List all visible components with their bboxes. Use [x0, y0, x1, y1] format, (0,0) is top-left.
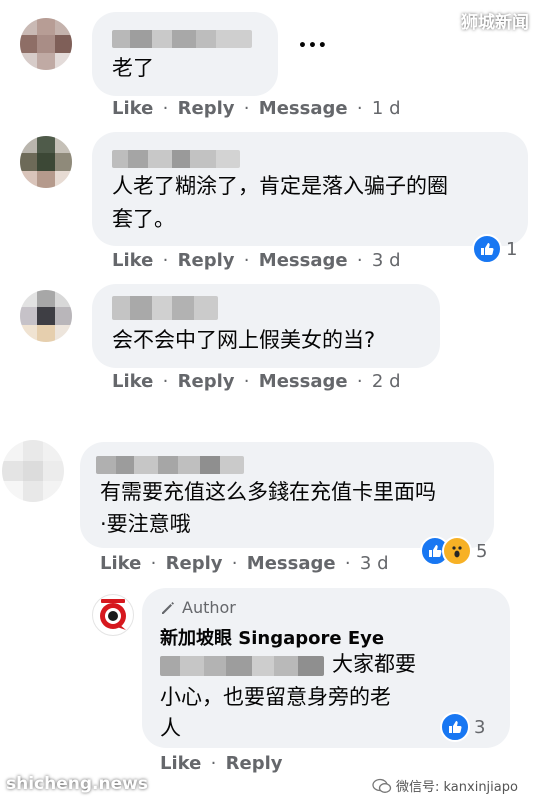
- watermark-bottom-left: shicheng.news: [6, 774, 148, 794]
- reply-button[interactable]: Reply: [226, 753, 283, 774]
- more-options-icon[interactable]: •••: [298, 38, 328, 54]
- separator: ·: [356, 98, 363, 119]
- separator: ·: [344, 553, 351, 574]
- wechat-icon: [372, 778, 392, 793]
- reply-button[interactable]: Reply: [178, 250, 235, 271]
- watermark-bottom-right: 微信号: kanxinjiapo: [372, 776, 518, 795]
- reply-actions: Like · Reply: [160, 753, 283, 774]
- reply-button[interactable]: Reply: [178, 371, 235, 392]
- avatar[interactable]: [20, 136, 72, 188]
- comment-text-line-2: ·要注意哦: [100, 512, 191, 536]
- like-button[interactable]: Like: [112, 371, 153, 392]
- comment-text: 会不会中了网上假美女的当?: [112, 328, 376, 352]
- message-button[interactable]: Message: [259, 250, 348, 271]
- wechat-id-label: 微信号: kanxinjiapo: [396, 780, 518, 795]
- reaction-summary[interactable]: 3: [440, 712, 485, 742]
- like-reaction-icon: [440, 712, 470, 742]
- reply-text-line-2: 小心，也要留意身旁的老: [160, 685, 391, 709]
- reaction-summary[interactable]: 1: [472, 234, 517, 264]
- reaction-count: 3: [474, 716, 486, 738]
- mentioned-name-redacted: [160, 656, 324, 676]
- author-name[interactable]: 新加坡眼 Singapore Eye: [160, 624, 384, 650]
- reaction-count: 1: [506, 238, 518, 260]
- page-avatar[interactable]: [92, 594, 134, 636]
- separator: ·: [162, 371, 169, 392]
- comment-text: 老了: [112, 56, 154, 80]
- separator: ·: [231, 553, 238, 574]
- watermark-top: 狮城新闻: [461, 13, 529, 33]
- wow-reaction-icon: [442, 536, 472, 566]
- author-badge: Author: [160, 598, 236, 617]
- reply-button[interactable]: Reply: [178, 98, 235, 119]
- like-button[interactable]: Like: [112, 250, 153, 271]
- comment-actions: Like · Reply · Message · 3 d: [112, 250, 401, 271]
- avatar[interactable]: [20, 290, 72, 342]
- singapore-eye-logo-icon: [100, 599, 126, 630]
- message-button[interactable]: Message: [259, 98, 348, 119]
- reply-button[interactable]: Reply: [166, 553, 223, 574]
- comment-text-line-1: 有需要充值这么多錢在充值卡里面吗: [100, 480, 436, 504]
- timestamp[interactable]: 3 d: [372, 250, 401, 271]
- separator: ·: [162, 250, 169, 271]
- commenter-name-redacted: [96, 456, 244, 474]
- comment-text-line-1: 人老了糊涂了，肯定是落入骗子的圈: [112, 174, 448, 198]
- comment-actions: Like · Reply · Message · 3 d: [100, 553, 389, 574]
- separator: ·: [210, 753, 217, 774]
- commenter-name-redacted: [112, 30, 252, 48]
- separator: ·: [243, 250, 250, 271]
- comment-actions: Like · Reply · Message · 2 d: [112, 371, 401, 392]
- separator: ·: [243, 98, 250, 119]
- comment-actions: Like · Reply · Message · 1 d: [112, 98, 401, 119]
- like-button[interactable]: Like: [112, 98, 153, 119]
- like-button[interactable]: Like: [160, 753, 201, 774]
- separator: ·: [356, 371, 363, 392]
- message-button[interactable]: Message: [259, 371, 348, 392]
- reply-text-line-3: 人: [160, 716, 181, 740]
- reaction-summary[interactable]: 5: [420, 536, 487, 566]
- like-reaction-icon: [472, 234, 502, 264]
- commenter-name-redacted: [112, 296, 218, 320]
- reaction-count: 5: [476, 540, 488, 562]
- separator: ·: [150, 553, 157, 574]
- reply-text-line-1: 大家都要: [332, 652, 416, 676]
- timestamp[interactable]: 1 d: [372, 98, 401, 119]
- timestamp[interactable]: 2 d: [372, 371, 401, 392]
- timestamp[interactable]: 3 d: [360, 553, 389, 574]
- avatar[interactable]: [2, 440, 64, 502]
- message-button[interactable]: Message: [247, 553, 336, 574]
- commenter-name-redacted: [112, 150, 240, 168]
- pencil-icon: [162, 601, 174, 614]
- separator: ·: [162, 98, 169, 119]
- separator: ·: [243, 371, 250, 392]
- comment-text-line-2: 套了。: [112, 207, 175, 231]
- avatar[interactable]: [20, 18, 72, 70]
- like-button[interactable]: Like: [100, 553, 141, 574]
- author-badge-label: Author: [182, 598, 236, 617]
- separator: ·: [356, 250, 363, 271]
